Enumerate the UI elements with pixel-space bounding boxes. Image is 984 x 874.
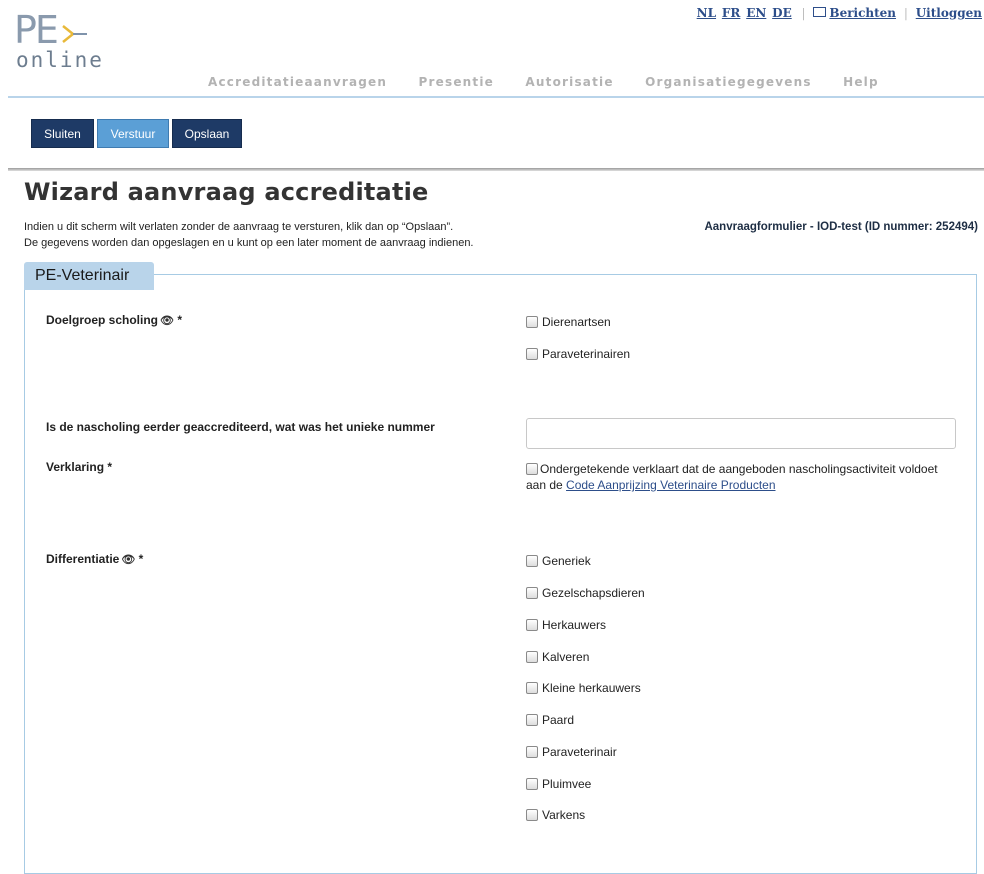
option-pluimvee[interactable]: Pluimvee — [526, 777, 591, 791]
nav-item-accreditatieaanvragen[interactable]: Accreditatieaanvragen — [208, 75, 387, 89]
logo-text-online: online — [16, 48, 104, 72]
option-label: Kleine herkauwers — [542, 681, 641, 695]
verklaring-option[interactable]: Ondergetekende verklaart dat de aangebod… — [526, 461, 956, 493]
differentiatie-label: Differentiatie 👁 * — [46, 552, 143, 566]
eye-icon[interactable]: 👁 — [121, 553, 135, 566]
nav-item-help[interactable]: Help — [843, 75, 879, 89]
intro-text-line2: De gegevens worden dan opgeslagen en u k… — [24, 237, 474, 249]
top-links: NL FR EN DE | Berichten | Uitloggen — [697, 6, 982, 20]
fieldset-legend: PE-Veterinair — [24, 262, 154, 290]
checkbox[interactable] — [526, 746, 538, 758]
pe-online-logo: PE online — [14, 8, 102, 72]
option-generiek[interactable]: Generiek — [526, 554, 591, 568]
nav-item-autorisatie[interactable]: Autorisatie — [525, 75, 613, 89]
checkbox[interactable] — [526, 316, 538, 328]
nav-divider — [8, 96, 984, 98]
close-button[interactable]: Sluiten — [31, 119, 94, 148]
nummer-label: Is de nascholing eerder geaccrediteerd, … — [46, 420, 435, 434]
checkbox[interactable] — [526, 555, 538, 567]
differentiatie-label-text: Differentiatie — [46, 552, 120, 566]
option-varkens[interactable]: Varkens — [526, 808, 585, 822]
toolbar-divider — [8, 168, 984, 171]
option-dierenartsen[interactable]: Dierenartsen — [526, 315, 611, 329]
nav-item-organisatiegegevens[interactable]: Organisatiegegevens — [645, 75, 812, 89]
form-fieldset — [24, 274, 977, 874]
submit-button[interactable]: Verstuur — [97, 119, 169, 148]
messages-link[interactable]: Berichten — [829, 6, 896, 20]
envelope-icon — [813, 7, 827, 17]
lang-en-link[interactable]: EN — [746, 6, 766, 20]
checkbox[interactable] — [526, 778, 538, 790]
option-gezelschapsdieren[interactable]: Gezelschapsdieren — [526, 586, 645, 600]
option-label: Varkens — [542, 808, 586, 822]
eye-icon[interactable]: 👁 — [160, 314, 174, 327]
save-button[interactable]: Opslaan — [172, 119, 242, 148]
checkbox[interactable] — [526, 348, 538, 360]
verklaring-label: Verklaring * — [46, 460, 113, 474]
code-aanprijzing-link[interactable]: Code Aanprijzing Veterinaire Producten — [566, 478, 775, 492]
logo-text-pe: PE — [14, 8, 59, 52]
checkbox[interactable] — [526, 463, 538, 475]
page-title: Wizard aanvraag accreditatie — [24, 178, 429, 206]
option-paraveterinair[interactable]: Paraveterinair — [526, 745, 617, 759]
checkbox[interactable] — [526, 714, 538, 726]
option-paraveterinairen[interactable]: Paraveterinairen — [526, 347, 630, 361]
checkbox[interactable] — [526, 587, 538, 599]
intro-text-line1: Indien u dit scherm wilt verlaten zonder… — [24, 221, 454, 233]
checkbox[interactable] — [526, 682, 538, 694]
nav-item-presentie[interactable]: Presentie — [419, 75, 494, 89]
lang-fr-link[interactable]: FR — [722, 6, 741, 20]
option-label: Herkauwers — [542, 618, 607, 632]
option-label: Gezelschapsdieren — [542, 586, 645, 600]
option-label: Dierenartsen — [542, 315, 611, 329]
lang-nl-link[interactable]: NL — [697, 6, 716, 20]
accreditation-number-input[interactable] — [526, 418, 956, 449]
required-marker: * — [177, 313, 182, 327]
option-label: Generiek — [542, 554, 591, 568]
logo-arrow-icon — [62, 25, 87, 43]
option-paard[interactable]: Paard — [526, 713, 574, 727]
option-label: Paraveterinairen — [542, 347, 631, 361]
option-kleine-herkauwers[interactable]: Kleine herkauwers — [526, 681, 641, 695]
option-label: Paraveterinair — [542, 745, 617, 759]
option-kalveren[interactable]: Kalveren — [526, 650, 589, 664]
form-id-label: Aanvraagformulier - IOD-test (ID nummer:… — [704, 221, 978, 233]
lang-de-link[interactable]: DE — [772, 6, 792, 20]
doelgroep-label: Doelgroep scholing 👁 * — [46, 313, 182, 327]
separator: | — [801, 6, 806, 20]
checkbox[interactable] — [526, 619, 538, 631]
main-nav: Accreditatieaanvragen Presentie Autorisa… — [208, 75, 905, 89]
separator: | — [903, 6, 908, 20]
checkbox[interactable] — [526, 809, 538, 821]
checkbox[interactable] — [526, 651, 538, 663]
option-herkauwers[interactable]: Herkauwers — [526, 618, 606, 632]
option-label: Pluimvee — [542, 777, 592, 791]
required-marker: * — [138, 552, 144, 566]
option-label: Paard — [542, 713, 575, 727]
doelgroep-label-text: Doelgroep scholing — [46, 313, 159, 327]
option-label: Kalveren — [542, 650, 590, 664]
logout-link[interactable]: Uitloggen — [916, 6, 982, 20]
